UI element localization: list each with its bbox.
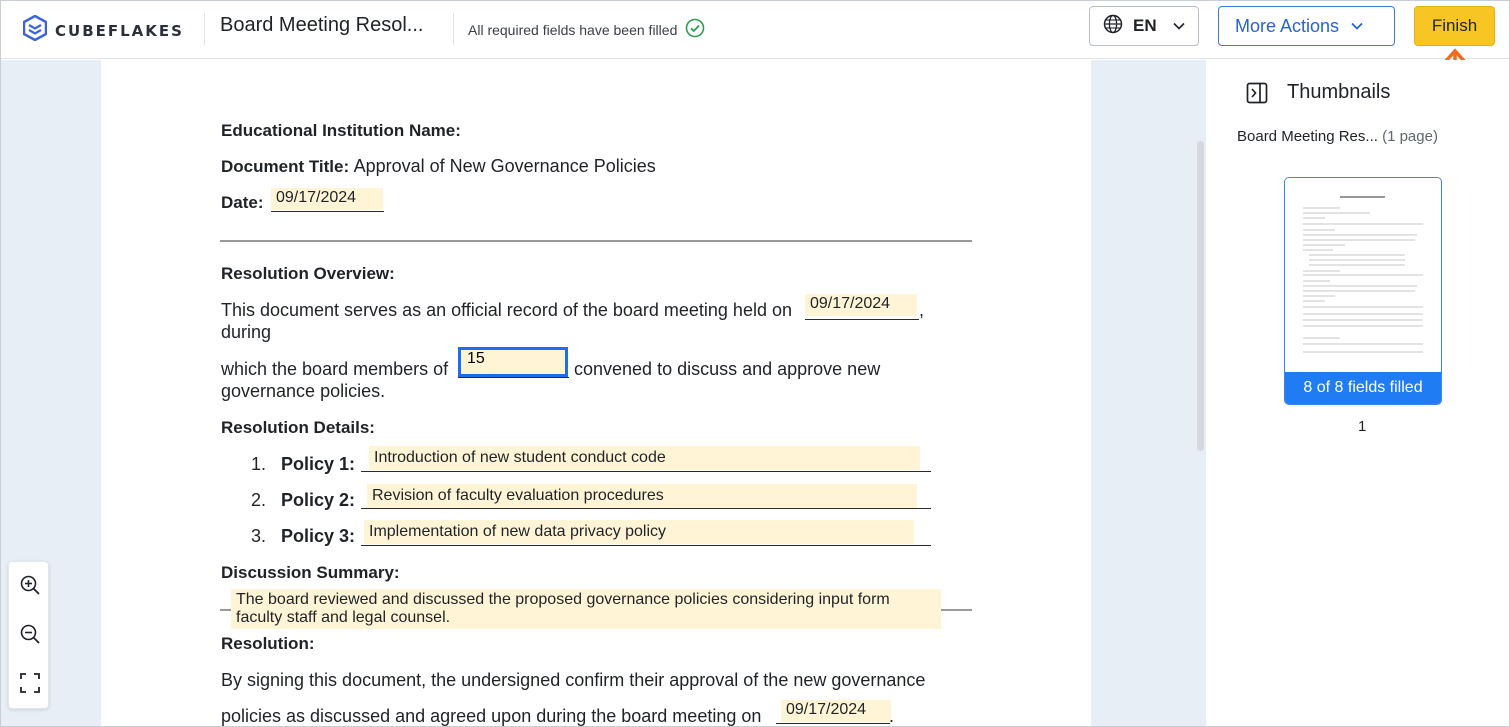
thumbnail-doc-name: Board Meeting Res... (1 page) xyxy=(1237,128,1438,145)
top-bar: CUBEFLAKES Board Meeting Resol... All re… xyxy=(1,1,1509,59)
meeting-date-underline xyxy=(805,319,919,320)
fit-to-screen-button[interactable] xyxy=(17,672,43,698)
overview-line-2: during xyxy=(221,322,272,342)
resolution-line-2: policies as discussed and agreed upon du… xyxy=(221,706,762,726)
thumbnail-doc-title: Board Meeting Res... xyxy=(1237,128,1378,145)
date-field[interactable]: 09/17/2024 xyxy=(271,188,383,210)
policy-1-label: Policy 1: xyxy=(281,454,356,474)
resolution-heading: Resolution: xyxy=(221,634,315,653)
policy-1-underline xyxy=(361,471,931,472)
meeting-date-field[interactable]: 09/17/2024 xyxy=(805,294,917,316)
zoom-controls xyxy=(8,561,49,709)
cube-logo-icon xyxy=(22,14,48,46)
fields-status: All required fields have been filled xyxy=(468,18,705,41)
policy-2-underline xyxy=(361,508,931,509)
fullscreen-icon xyxy=(19,672,41,699)
zoom-out-icon xyxy=(19,623,41,650)
resolution-line-1: By signing this document, the undersigne… xyxy=(221,670,926,690)
page-preview-image xyxy=(1285,178,1440,374)
zoom-out-button[interactable] xyxy=(17,623,43,649)
policy-3-label: Policy 3: xyxy=(281,526,356,546)
discussion-heading: Discussion Summary: xyxy=(221,563,400,582)
policy-3-underline xyxy=(361,545,931,546)
finish-button[interactable]: Finish xyxy=(1414,6,1495,46)
discussion-line-1: The board reviewed and discussed the pro… xyxy=(236,591,890,608)
policy-3-field[interactable]: Implementation of new data privacy polic… xyxy=(364,520,914,544)
policy-1-field[interactable]: Introduction of new student conduct code xyxy=(369,446,920,470)
thumbnails-panel: Thumbnails Board Meeting Res... (1 page) xyxy=(1206,60,1509,726)
overview-line-1: This document serves as an official reco… xyxy=(221,300,792,320)
resolution-date-underline xyxy=(776,723,890,724)
overview-comma: , xyxy=(919,300,925,320)
date-label: Date: xyxy=(221,193,264,212)
document-title: Board Meeting Resol... xyxy=(220,14,424,36)
chevron-down-icon xyxy=(1173,17,1185,35)
date-underline xyxy=(271,211,384,212)
resolution-period: . xyxy=(889,706,895,726)
policy-2-label: Policy 2: xyxy=(281,490,356,510)
discussion-line-2: faculty staff and legal counsel. xyxy=(236,609,451,626)
language-label: EN xyxy=(1133,16,1157,35)
policy-3-number: 3. xyxy=(251,526,267,546)
status-text: All required fields have been filled xyxy=(468,21,678,38)
vertical-scrollbar[interactable] xyxy=(1197,141,1204,451)
more-actions-button[interactable]: More Actions xyxy=(1218,6,1395,46)
divider xyxy=(204,13,205,45)
check-circle-icon xyxy=(685,18,705,41)
policy-2-field[interactable]: Revision of faculty evaluation procedure… xyxy=(367,484,917,508)
overview-line-3-end: convened to discuss and approve new xyxy=(574,359,881,379)
finish-label: Finish xyxy=(1431,16,1478,35)
overview-line-4: governance policies. xyxy=(221,381,386,401)
overview-line-3-start: which the board members of xyxy=(221,359,449,379)
board-members-field[interactable]: 15 xyxy=(458,347,568,377)
section-divider xyxy=(220,240,972,242)
doc-title-row: Document Title: Approval of New Governan… xyxy=(221,156,656,177)
discussion-summary-field[interactable]: The board reviewed and discussed the pro… xyxy=(231,589,941,629)
resolution-date-field[interactable]: 09/17/2024 xyxy=(781,700,891,722)
divider xyxy=(453,13,454,45)
document-page: Educational Institution Name: Document T… xyxy=(101,60,1091,726)
thumbnail-page-number: 1 xyxy=(1358,418,1367,435)
brand-logo[interactable]: CUBEFLAKES xyxy=(22,14,184,46)
doc-title-value: Approval of New Governance Policies xyxy=(353,156,656,176)
policy-1-number: 1. xyxy=(251,454,267,474)
language-selector[interactable]: EN xyxy=(1089,6,1199,46)
more-actions-label: More Actions xyxy=(1235,15,1340,36)
page-thumbnail[interactable]: 8 of 8 fields filled xyxy=(1284,177,1442,405)
policy-2-number: 2. xyxy=(251,490,267,510)
zoom-in-icon xyxy=(19,574,41,601)
details-heading: Resolution Details: xyxy=(221,418,375,437)
doc-title-label: Document Title: xyxy=(221,157,350,176)
zoom-in-button[interactable] xyxy=(17,574,43,600)
brand-name: CUBEFLAKES xyxy=(55,21,184,40)
app-window: CUBEFLAKES Board Meeting Resol... All re… xyxy=(0,0,1510,727)
panel-toggle-icon[interactable] xyxy=(1246,82,1268,109)
members-underline xyxy=(458,377,569,378)
institution-label: Educational Institution Name: xyxy=(221,121,461,140)
document-viewer[interactable]: Educational Institution Name: Document T… xyxy=(1,60,1206,726)
overview-heading: Resolution Overview: xyxy=(221,264,395,283)
page-count: (1 page) xyxy=(1382,128,1438,145)
panel-title: Thumbnails xyxy=(1287,81,1391,103)
fields-filled-badge: 8 of 8 fields filled xyxy=(1285,372,1441,404)
chevron-down-icon xyxy=(1351,17,1363,35)
globe-icon xyxy=(1103,14,1123,39)
